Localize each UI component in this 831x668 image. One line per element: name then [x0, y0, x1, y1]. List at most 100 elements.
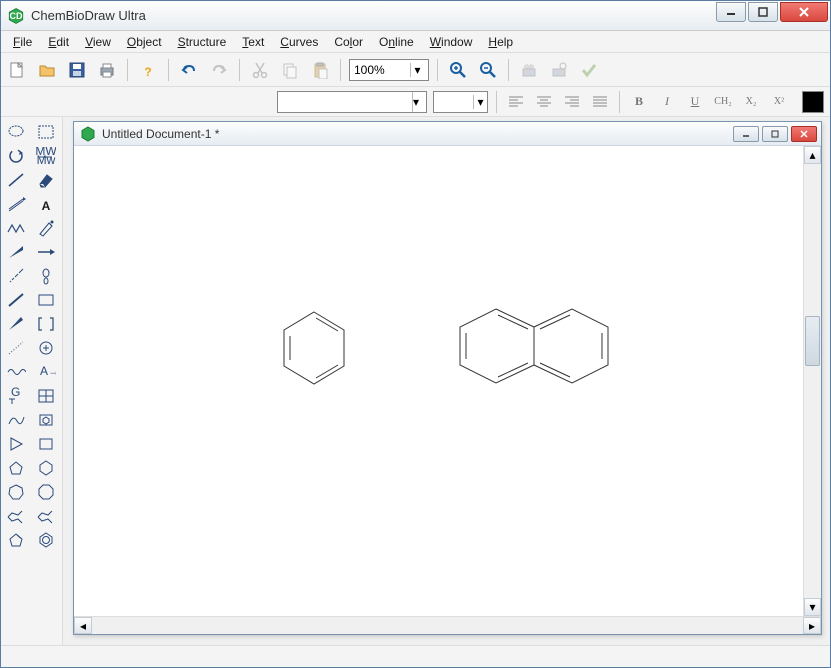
menu-object[interactable]: Object — [121, 33, 168, 51]
scroll-track[interactable] — [92, 617, 803, 634]
maximize-button[interactable] — [748, 2, 778, 22]
save-button[interactable] — [65, 58, 89, 82]
dashed-bond-tool[interactable] — [3, 289, 29, 311]
subscript-button[interactable]: X₂ — [740, 91, 762, 113]
cyclopentane-tool[interactable] — [3, 457, 29, 479]
cleanup-button[interactable] — [517, 58, 541, 82]
align-center-button[interactable] — [533, 91, 555, 113]
wedge-bond-tool[interactable] — [3, 241, 29, 263]
horizontal-scrollbar[interactable]: ◂ ▸ — [74, 616, 821, 634]
scroll-down-icon[interactable]: ▾ — [804, 598, 821, 616]
menu-structure[interactable]: Structure — [172, 33, 233, 51]
rectangle-tool[interactable] — [33, 289, 59, 311]
scroll-up-icon[interactable]: ▴ — [804, 146, 821, 164]
italic-button[interactable]: I — [656, 91, 678, 113]
bond-tool[interactable] — [3, 169, 29, 191]
new-button[interactable] — [5, 58, 29, 82]
formula-button[interactable]: CH₂ — [712, 91, 734, 113]
menu-curves[interactable]: Curves — [274, 33, 324, 51]
cyclopentadiene-tool[interactable] — [3, 529, 29, 551]
color-swatch[interactable] — [802, 91, 824, 113]
drawing-canvas[interactable] — [74, 146, 803, 616]
table-tool[interactable] — [33, 385, 59, 407]
play-tool[interactable] — [3, 433, 29, 455]
pen-tool[interactable] — [33, 217, 59, 239]
dotted-bond-tool[interactable] — [3, 337, 29, 359]
doc-maximize-button[interactable] — [762, 126, 788, 142]
curve-tool[interactable] — [3, 409, 29, 431]
chair-tool[interactable] — [3, 505, 29, 527]
font-family-combo[interactable]: ▾ — [277, 91, 427, 113]
query-tool[interactable]: G — [3, 385, 29, 407]
zoom-in-button[interactable] — [446, 58, 470, 82]
font-size-combo[interactable]: ▾ — [433, 91, 488, 113]
close-button[interactable] — [780, 2, 828, 22]
cyclohexane-tool[interactable] — [33, 457, 59, 479]
multi-bond-tool[interactable] — [3, 193, 29, 215]
menu-window[interactable]: Window — [424, 33, 479, 51]
minimize-button[interactable] — [716, 2, 746, 22]
atom-map-tool[interactable]: A→A — [33, 361, 59, 383]
align-left-button[interactable] — [505, 91, 527, 113]
chevron-down-icon[interactable]: ▾ — [473, 95, 487, 109]
open-button[interactable] — [35, 58, 59, 82]
marquee-tool[interactable] — [33, 121, 59, 143]
benzene-tool[interactable] — [33, 529, 59, 551]
separator — [239, 59, 240, 81]
menu-file[interactable]: File — [7, 33, 38, 51]
scroll-left-icon[interactable]: ◂ — [74, 617, 92, 634]
zoom-dropdown-icon[interactable]: ▾ — [410, 63, 424, 77]
analyze-button[interactable] — [547, 58, 571, 82]
eraser-tool[interactable] — [33, 169, 59, 191]
redo-button[interactable] — [207, 58, 231, 82]
text-tool[interactable]: A — [33, 193, 59, 215]
cyclooctane-tool[interactable] — [33, 481, 59, 503]
arrow-tool[interactable] — [33, 241, 59, 263]
document-titlebar: Untitled Document-1 * — [74, 122, 821, 146]
bold-button[interactable]: B — [628, 91, 650, 113]
wavy-bond-tool[interactable] — [3, 313, 29, 335]
copy-button[interactable] — [278, 58, 302, 82]
menu-edit[interactable]: Edit — [42, 33, 75, 51]
structure-benzene[interactable] — [274, 304, 354, 394]
cycloheptane-tool[interactable] — [3, 481, 29, 503]
check-button[interactable] — [577, 58, 601, 82]
zoom-input[interactable] — [354, 63, 404, 77]
underline-button[interactable]: U — [684, 91, 706, 113]
help-button[interactable]: ? — [136, 58, 160, 82]
svg-text:A: A — [41, 199, 50, 213]
menu-help[interactable]: Help — [482, 33, 519, 51]
scroll-thumb[interactable] — [805, 316, 820, 366]
zoom-out-button[interactable] — [476, 58, 500, 82]
menu-text[interactable]: Text — [236, 33, 270, 51]
menu-color[interactable]: Color — [328, 33, 369, 51]
atom-tool[interactable] — [33, 337, 59, 359]
lasso-tool[interactable] — [3, 121, 29, 143]
chain-tool[interactable] — [3, 217, 29, 239]
undo-button[interactable] — [177, 58, 201, 82]
paste-button[interactable] — [308, 58, 332, 82]
vertical-scrollbar[interactable]: ▴ ▾ — [803, 146, 821, 616]
print-button[interactable] — [95, 58, 119, 82]
chair2-tool[interactable] — [33, 505, 59, 527]
rotate-tool[interactable] — [3, 145, 29, 167]
chevron-down-icon[interactable]: ▾ — [412, 92, 426, 112]
box-tool[interactable] — [33, 433, 59, 455]
cut-button[interactable] — [248, 58, 272, 82]
bracket-tool[interactable] — [33, 313, 59, 335]
align-justify-button[interactable] — [589, 91, 611, 113]
mass-tool[interactable]: MWMw — [33, 145, 59, 167]
zoom-combo[interactable]: ▾ — [349, 59, 429, 81]
orbital-tool[interactable] — [33, 265, 59, 287]
superscript-button[interactable]: X² — [768, 91, 790, 113]
doc-minimize-button[interactable] — [733, 126, 759, 142]
menu-view[interactable]: View — [79, 33, 117, 51]
doc-close-button[interactable] — [791, 126, 817, 142]
menu-online[interactable]: Online — [373, 33, 420, 51]
scroll-right-icon[interactable]: ▸ — [803, 617, 821, 634]
structure-naphthalene[interactable] — [454, 301, 614, 396]
hash-bond-tool[interactable] — [3, 265, 29, 287]
align-right-button[interactable] — [561, 91, 583, 113]
template-tool[interactable] — [33, 409, 59, 431]
squiggle-tool[interactable] — [3, 361, 29, 383]
